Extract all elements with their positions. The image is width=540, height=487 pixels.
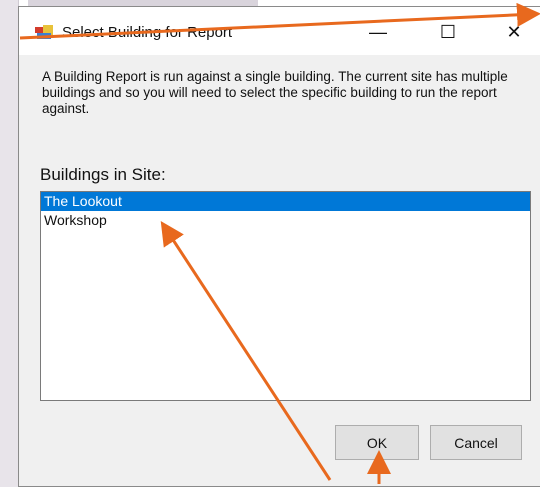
app-icon <box>35 25 53 39</box>
minimize-button[interactable]: — <box>355 17 401 47</box>
list-item-workshop[interactable]: Workshop <box>41 211 530 230</box>
cancel-button[interactable]: Cancel <box>430 425 522 460</box>
list-item-the-lookout[interactable]: The Lookout <box>41 192 530 211</box>
select-building-dialog: Select Building for Report — ☐ ✕ A Build… <box>18 6 540 487</box>
title-bar: Select Building for Report — ☐ ✕ <box>19 7 540 55</box>
dialog-title: Select Building for Report <box>62 24 233 41</box>
maximize-button[interactable]: ☐ <box>425 17 471 47</box>
description-text: A Building Report is run against a singl… <box>42 69 508 116</box>
ok-button[interactable]: OK <box>335 425 419 460</box>
close-button[interactable]: ✕ <box>491 17 537 47</box>
buildings-list-label: Buildings in Site: <box>40 165 166 184</box>
buildings-listbox[interactable]: The Lookout Workshop <box>40 191 531 401</box>
background-window <box>0 0 19 487</box>
